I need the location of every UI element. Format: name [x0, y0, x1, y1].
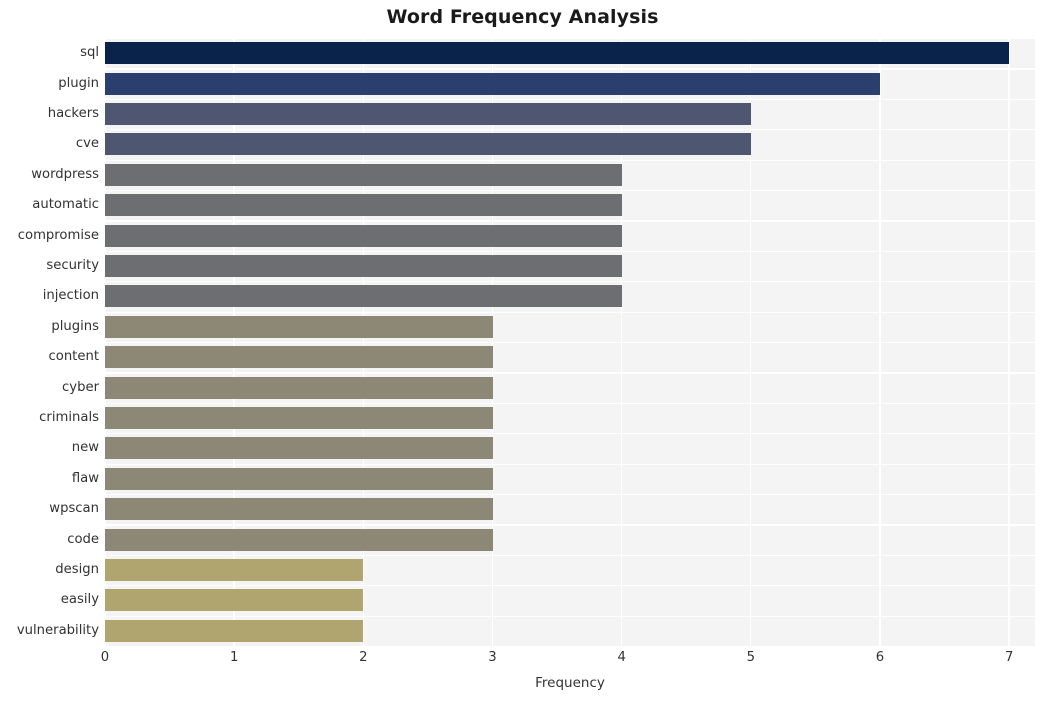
bar-content	[105, 346, 493, 369]
bar-cyber	[105, 376, 493, 399]
y-tick-label-wpscan: wpscan	[49, 501, 99, 517]
bar-series	[105, 38, 1035, 646]
bar-code	[105, 528, 493, 551]
y-tick-label-security: security	[46, 258, 99, 273]
y-tick-label-wordpress: wordpress	[31, 166, 99, 182]
x-tick-label-3: 3	[488, 650, 497, 665]
bar-plugin	[105, 72, 880, 95]
x-tick-label-5: 5	[746, 650, 756, 665]
y-tick-label-sql: sql	[80, 45, 99, 61]
x-tick-label-7: 7	[1004, 650, 1014, 665]
bar-new	[105, 437, 493, 460]
y-tick-label-compromise: compromise	[17, 227, 99, 243]
y-tick-label-criminals: criminals	[39, 410, 99, 425]
y-tick-label-plugins: plugins	[51, 318, 99, 334]
bar-automatic	[105, 194, 622, 217]
bar-wpscan	[105, 498, 493, 521]
bar-plugins	[105, 315, 493, 338]
y-tick-label-cyber: cyber	[62, 379, 99, 395]
x-tick-label-1: 1	[229, 650, 239, 665]
bar-compromise	[105, 224, 622, 247]
x-axis-tick-labels: 0 1 2 3 4 5 6 7	[101, 650, 1035, 672]
bar-criminals	[105, 407, 493, 429]
y-tick-label-new: new	[71, 440, 99, 456]
y-tick-label-cve: cve	[75, 136, 99, 152]
bar-easily	[105, 589, 364, 612]
bar-flaw	[105, 467, 493, 490]
x-tick-label-0: 0	[100, 650, 110, 665]
bar-vulnerability	[105, 619, 364, 642]
y-tick-label-plugin: plugin	[58, 75, 99, 91]
plot-area	[104, 38, 1035, 648]
page-title: Word Frequency Analysis	[386, 6, 659, 28]
y-tick-label-content: content	[48, 349, 100, 365]
y-tick-label-automatic: automatic	[32, 197, 99, 213]
y-tick-label-code: code	[67, 531, 99, 547]
bar-security	[105, 255, 622, 277]
bar-sql	[105, 42, 1010, 65]
bar-cve	[105, 133, 751, 156]
bar-design	[105, 559, 364, 581]
x-tick-label-2: 2	[359, 650, 368, 665]
x-tick-label-4: 4	[617, 650, 626, 665]
bar-wordpress	[105, 163, 622, 186]
y-tick-label-injection: injection	[42, 288, 99, 304]
y-tick-label-flaw: flaw	[71, 470, 99, 486]
y-tick-label-hackers: hackers	[47, 106, 99, 121]
bar-injection	[105, 285, 622, 308]
y-tick-label-design: design	[55, 562, 99, 577]
x-axis-label: Frequency	[535, 675, 605, 691]
y-axis-tick-labels: sql plugin hackers cve wordpress automatic com…	[0, 38, 99, 646]
x-tick-label-6: 6	[875, 650, 885, 665]
bar-hackers	[105, 103, 751, 125]
y-tick-label-vulnerability: vulnerability	[16, 622, 99, 638]
gridline-horizontal	[105, 646, 1035, 648]
y-tick-label-easily: easily	[60, 592, 99, 608]
chart-figure: Word Frequency Analysis sql plugin hackers…	[0, 0, 1045, 701]
